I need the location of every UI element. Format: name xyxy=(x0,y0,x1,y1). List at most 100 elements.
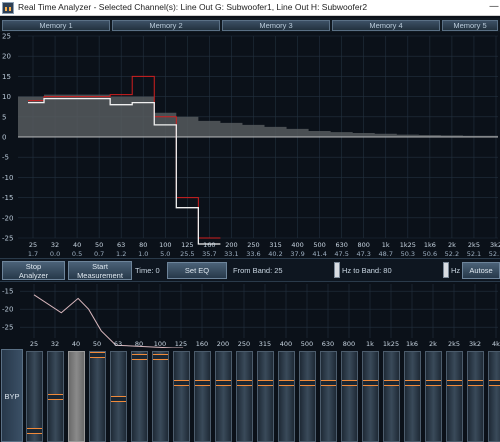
fader-handle[interactable] xyxy=(447,380,462,386)
rta-band-value: 47.3 xyxy=(356,250,370,258)
tab-memory-2[interactable]: Memory 2 xyxy=(112,20,220,31)
rta-band-value: 50.6 xyxy=(423,250,437,258)
fader-handle[interactable] xyxy=(489,380,500,386)
autoset-button[interactable]: Autose xyxy=(462,262,500,279)
time-label: Time: 0 xyxy=(135,266,160,275)
rta-band-label: 800 xyxy=(358,241,370,249)
eq-fader-400[interactable] xyxy=(278,351,295,442)
eq-fader-63[interactable] xyxy=(110,351,127,442)
rta-band-label: 1k6 xyxy=(424,241,436,249)
eq-band-label: 1k xyxy=(366,340,374,348)
to-band-spinner[interactable] xyxy=(443,262,449,278)
rta-y-tick-label: 15 xyxy=(2,73,11,81)
start-measurement-button[interactable]: Start Measurement xyxy=(68,261,132,280)
fader-handle[interactable] xyxy=(48,394,63,400)
fader-handle[interactable] xyxy=(195,380,210,386)
stop-analyzer-button[interactable]: Stop Analyzer xyxy=(2,261,65,280)
fader-handle[interactable] xyxy=(300,380,315,386)
rta-band-value: 0.7 xyxy=(94,250,104,258)
fader-handle[interactable] xyxy=(258,380,273,386)
fader-handle[interactable] xyxy=(384,380,399,386)
rta-band-value: 33.6 xyxy=(246,250,260,258)
rta-y-tick-label: -5 xyxy=(2,154,9,162)
tab-memory-4[interactable]: Memory 4 xyxy=(332,20,440,31)
eq-fader-160[interactable] xyxy=(194,351,211,442)
eq-fader-125[interactable] xyxy=(173,351,190,442)
eq-band-label: 3k2 xyxy=(469,340,481,348)
eq-fader-1k6[interactable] xyxy=(404,351,421,442)
tab-memory-3[interactable]: Memory 3 xyxy=(222,20,330,31)
eq-fader-1k[interactable] xyxy=(362,351,379,442)
eq-fader-25[interactable] xyxy=(26,351,43,442)
rta-band-value: 50.3 xyxy=(401,250,415,258)
eq-fader-630[interactable] xyxy=(320,351,337,442)
eq-fader-3k2[interactable] xyxy=(467,351,484,442)
eq-fader-80[interactable] xyxy=(131,351,148,442)
fader-handle[interactable] xyxy=(468,380,483,386)
rta-y-tick-label: -10 xyxy=(2,174,13,182)
eq-fader-bank: BYP xyxy=(0,349,500,442)
fader-handle[interactable] xyxy=(426,380,441,386)
eq-fader-250[interactable] xyxy=(236,351,253,442)
tab-memory-1[interactable]: Memory 1 xyxy=(2,20,110,31)
memory-tabs: Memory 1 Memory 2 Memory 3 Memory 4 Memo… xyxy=(0,18,500,32)
eq-band-label: 125 xyxy=(175,340,187,348)
eq-fader-1k25[interactable] xyxy=(383,351,400,442)
eq-band-label: 400 xyxy=(280,340,292,348)
eq-y-tick-label: -25 xyxy=(2,324,13,332)
set-eq-button[interactable]: Set EQ xyxy=(167,262,227,279)
window-title: Real Time Analyzer - Selected Channel(s)… xyxy=(18,2,368,12)
rta-band-label: 3k2 xyxy=(490,241,500,249)
fader-handle[interactable] xyxy=(237,380,252,386)
rta-band-label: 250 xyxy=(247,241,259,249)
fader-handle[interactable] xyxy=(111,396,126,402)
to-band-label: Hz to Band: 80 xyxy=(342,266,392,275)
bypass-button[interactable]: BYP xyxy=(1,349,23,442)
rta-band-label: 40 xyxy=(73,241,81,249)
fader-handle[interactable] xyxy=(216,380,231,386)
eq-fader-100[interactable] xyxy=(152,351,169,442)
tab-memory-5[interactable]: Memory 5 xyxy=(442,20,498,31)
eq-band-label: 500 xyxy=(301,340,313,348)
fader-handle[interactable] xyxy=(27,428,42,434)
rta-band-value: 1.2 xyxy=(116,250,126,258)
rta-band-value: 0.5 xyxy=(72,250,82,258)
rta-y-tick-label: -25 xyxy=(2,235,13,243)
minimize-icon[interactable]: — xyxy=(488,1,500,14)
eq-fader-4k[interactable] xyxy=(488,351,500,442)
rta-band-label: 400 xyxy=(291,241,303,249)
rta-band-label: 50 xyxy=(95,241,103,249)
rta-band-value: 52.1 xyxy=(489,250,500,258)
fader-handle[interactable] xyxy=(174,380,189,386)
eq-fader-500[interactable] xyxy=(299,351,316,442)
rta-band-label: 200 xyxy=(225,241,237,249)
eq-band-label: 32 xyxy=(51,340,59,348)
eq-fader-32[interactable] xyxy=(47,351,64,442)
fader-handle[interactable] xyxy=(321,380,336,386)
from-band-spinner[interactable] xyxy=(334,262,340,278)
eq-fader-50[interactable] xyxy=(89,351,106,442)
rta-y-tick-label: 20 xyxy=(2,53,11,61)
eq-fader-2k5[interactable] xyxy=(446,351,463,442)
rta-y-tick-label: 25 xyxy=(2,33,11,41)
eq-band-label: 4k xyxy=(492,340,500,348)
fader-handle[interactable] xyxy=(279,380,294,386)
eq-fader-40[interactable] xyxy=(68,351,85,442)
eq-fader-200[interactable] xyxy=(215,351,232,442)
rta-band-value: 52.1 xyxy=(467,250,481,258)
fader-handle[interactable] xyxy=(132,354,147,360)
fader-handle[interactable] xyxy=(363,380,378,386)
eq-band-label: 250 xyxy=(238,340,250,348)
from-band-label: From Band: 25 xyxy=(233,266,283,275)
rta-band-value: 47.5 xyxy=(334,250,348,258)
eq-fader-800[interactable] xyxy=(341,351,358,442)
fader-handle[interactable] xyxy=(405,380,420,386)
eq-band-label: 40 xyxy=(72,340,80,348)
eq-band-label: 1k25 xyxy=(383,340,399,348)
fader-handle[interactable] xyxy=(342,380,357,386)
fader-handle[interactable] xyxy=(153,354,168,360)
eq-band-label: 100 xyxy=(154,340,166,348)
eq-fader-315[interactable] xyxy=(257,351,274,442)
fader-handle[interactable] xyxy=(90,352,105,358)
eq-fader-2k[interactable] xyxy=(425,351,442,442)
